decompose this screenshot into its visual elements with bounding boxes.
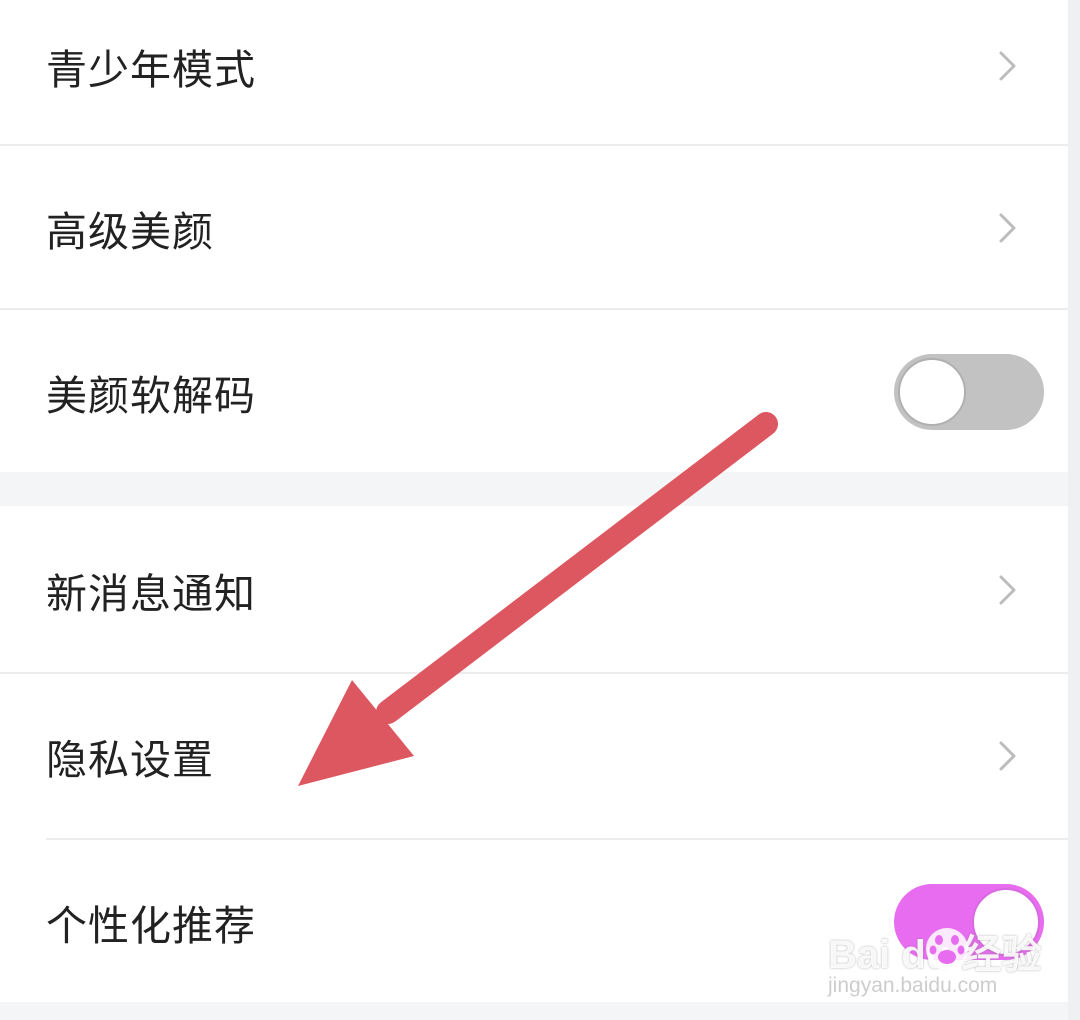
baidu-jingyan-watermark: Bai du 经验 jingyan.baidu.com <box>828 922 1058 1002</box>
watermark-url: jingyan.baidu.com <box>828 974 998 997</box>
toggle-knob <box>898 358 966 426</box>
settings-row-new-message-notification[interactable]: 新消息通知 <box>0 508 1068 672</box>
settings-row-label: 美颜软解码 <box>46 372 256 420</box>
chevron-right-icon <box>999 741 1016 771</box>
settings-row-youth-mode[interactable]: 青少年模式 <box>0 0 1068 148</box>
settings-row-label: 高级美颜 <box>46 208 214 256</box>
baidu-paw-icon <box>926 928 968 970</box>
settings-row-label: 隐私设置 <box>46 736 214 784</box>
settings-row-label: 个性化推荐 <box>46 902 256 950</box>
settings-row-privacy[interactable]: 隐私设置 <box>0 674 1068 838</box>
section-gap-bottom <box>0 1002 1068 1020</box>
soft-decode-toggle[interactable] <box>894 354 1044 430</box>
settings-row-soft-decode[interactable]: 美颜软解码 <box>0 310 1068 474</box>
chevron-right-icon <box>999 575 1016 605</box>
settings-row-label: 青少年模式 <box>46 46 256 94</box>
section-gap <box>0 472 1068 506</box>
settings-row-advanced-beauty[interactable]: 高级美颜 <box>0 146 1068 310</box>
settings-row-label: 新消息通知 <box>46 570 256 618</box>
chevron-right-icon <box>999 213 1016 243</box>
chevron-right-icon <box>999 51 1016 81</box>
scrollbar-track[interactable] <box>1068 0 1080 1020</box>
